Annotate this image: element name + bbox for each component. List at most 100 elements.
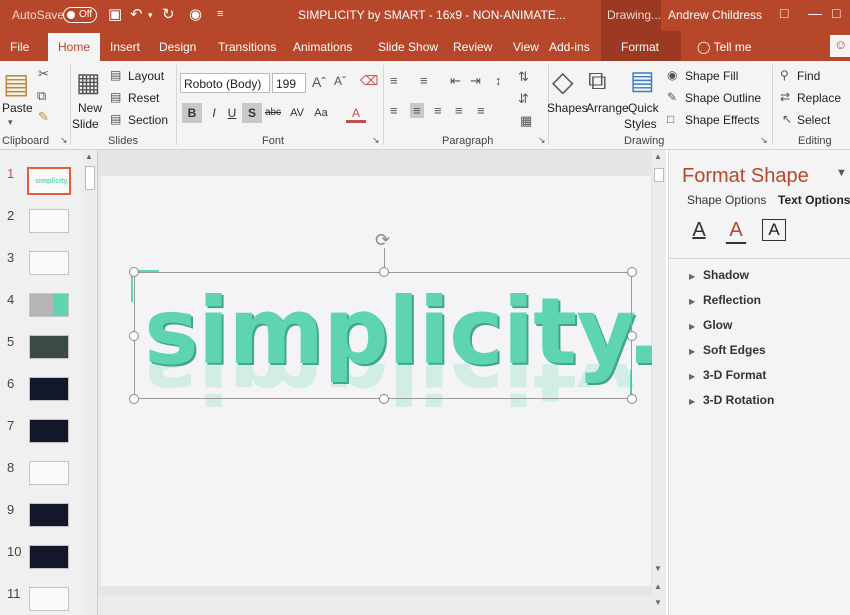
align-right-icon[interactable]: ≡ [434, 103, 442, 118]
section-soft-edges[interactable]: ▶ Soft Edges [689, 343, 766, 357]
section-glow[interactable]: ▶ Glow [689, 318, 732, 332]
resize-handle[interactable] [379, 267, 389, 277]
bold-button[interactable]: B [182, 103, 202, 123]
slide-thumbnail-2[interactable] [29, 209, 69, 233]
shapes-icon[interactable]: ◇ [552, 65, 574, 98]
find-button[interactable]: Find [797, 69, 820, 83]
arrange-icon[interactable]: ⧉ [588, 65, 607, 97]
slide-thumbnail-10[interactable] [29, 545, 69, 569]
next-slide-icon[interactable]: ▼ [654, 598, 662, 607]
rotate-icon[interactable]: ⟳ [375, 230, 390, 251]
undo-dropdown-icon[interactable]: ▾ [148, 10, 153, 21]
section-shadow[interactable]: ▶ Shadow [689, 268, 749, 282]
resize-handle[interactable] [627, 394, 637, 404]
slide-thumbnail-4[interactable] [29, 293, 69, 317]
resize-handle[interactable] [627, 331, 637, 341]
select-button[interactable]: Select [797, 113, 830, 127]
format-painter-icon[interactable]: ✎ [38, 109, 49, 125]
clipboard-launcher-icon[interactable]: ↘ [60, 135, 68, 146]
tab-shape-options[interactable]: Shape Options [687, 193, 766, 207]
previous-slide-icon[interactable]: ▲ [654, 582, 662, 591]
share-button[interactable]: ☺ [830, 35, 850, 57]
tab-animations[interactable]: Animations [293, 40, 352, 54]
slide-thumbnail-5[interactable] [29, 335, 69, 359]
shape-fill-button[interactable]: Shape Fill [685, 69, 738, 83]
numbering-icon[interactable]: ≡ [420, 73, 428, 88]
underline-button[interactable]: U [222, 103, 242, 123]
tab-slide-show[interactable]: Slide Show [378, 40, 438, 54]
paste-dropdown-icon[interactable]: ▾ [8, 117, 13, 128]
clear-formatting-icon[interactable]: ⌫ [360, 73, 378, 89]
grow-font-icon[interactable]: Aˆ [312, 74, 326, 90]
user-name[interactable]: Andrew Childress [668, 8, 762, 22]
tab-review[interactable]: Review [453, 40, 492, 54]
character-spacing-button[interactable]: AV [286, 103, 308, 123]
tab-insert[interactable]: Insert [110, 40, 140, 54]
change-case-button[interactable]: Aa [310, 103, 332, 123]
slide-thumbnail-6[interactable] [29, 377, 69, 401]
thumbnail-scrollbar[interactable]: ▲ [83, 150, 97, 615]
quick-styles-label-2[interactable]: Styles [624, 117, 657, 131]
text-box-icon[interactable]: A [762, 219, 786, 241]
section-button[interactable]: Section [128, 113, 168, 127]
scroll-up-icon[interactable]: ▲ [654, 152, 662, 161]
text-shadow-button[interactable]: S [242, 103, 262, 123]
pane-options-icon[interactable]: ▼ [836, 167, 847, 179]
tab-add-ins[interactable]: Add-ins [549, 40, 590, 54]
tell-me-box[interactable]: ◯ Tell me [697, 40, 752, 54]
shrink-font-icon[interactable]: Aˇ [334, 74, 346, 88]
quick-styles-label-1[interactable]: Quick [628, 101, 659, 115]
editor-scrollbar[interactable]: ▲ ▼ ▲ ▼ [652, 150, 666, 615]
undo-icon[interactable]: ↶ [130, 5, 143, 23]
copy-icon[interactable]: ⧉ [37, 88, 46, 104]
customize-qat-icon[interactable]: ≡ [217, 8, 223, 20]
section-reflection[interactable]: ▶ Reflection [689, 293, 761, 307]
scroll-up-icon[interactable]: ▲ [85, 152, 93, 161]
columns-icon[interactable]: ≡ [477, 103, 485, 118]
save-icon[interactable]: ▣ [108, 5, 122, 23]
horizontal-scrollbar[interactable] [98, 596, 652, 615]
shape-effects-button[interactable]: Shape Effects [685, 113, 760, 127]
resize-handle[interactable] [129, 394, 139, 404]
tab-format[interactable]: Format [621, 40, 659, 54]
section-3d-rotation[interactable]: ▶ 3-D Rotation [689, 393, 774, 407]
arrange-button[interactable]: Arrange [586, 101, 629, 115]
scrollbar-thumb[interactable] [654, 168, 664, 182]
strikethrough-button[interactable]: abc [262, 103, 284, 123]
tab-file[interactable]: File [10, 40, 29, 54]
text-direction-icon[interactable]: ⇅ [518, 69, 529, 85]
font-size-box[interactable]: 199 [272, 73, 306, 93]
smartart-icon[interactable]: ▦ [520, 113, 532, 129]
slide-thumbnail-9[interactable] [29, 503, 69, 527]
slide-thumbnail-1[interactable]: simplicity. [27, 167, 71, 195]
autosave-toggle[interactable]: Off [63, 7, 97, 23]
shape-outline-button[interactable]: Shape Outline [685, 91, 761, 105]
italic-button[interactable]: I [204, 103, 224, 123]
font-color-button[interactable]: A [346, 103, 366, 123]
bullets-icon[interactable]: ≡ [390, 73, 398, 88]
paragraph-launcher-icon[interactable]: ↘ [538, 135, 546, 146]
slide-thumbnail-3[interactable] [29, 251, 69, 275]
resize-handle[interactable] [129, 267, 139, 277]
increase-indent-icon[interactable]: ⇥ [470, 73, 481, 89]
paste-button[interactable]: Paste [2, 101, 33, 115]
align-text-icon[interactable]: ⇵ [518, 91, 529, 107]
line-spacing-icon[interactable]: ↕ [495, 73, 502, 88]
section-3d-format[interactable]: ▶ 3-D Format [689, 368, 766, 382]
slide-thumbnail-7[interactable] [29, 419, 69, 443]
paste-icon[interactable]: ▤ [3, 67, 29, 100]
ribbon-display-icon[interactable]: □ [780, 5, 788, 21]
font-name-box[interactable]: Roboto (Body) [180, 73, 270, 93]
tab-text-options[interactable]: Text Options [778, 193, 850, 207]
tab-design[interactable]: Design [159, 40, 196, 54]
layout-button[interactable]: Layout [128, 69, 164, 83]
cut-icon[interactable]: ✂ [38, 66, 49, 82]
scrollbar-thumb[interactable] [85, 166, 95, 190]
drawing-launcher-icon[interactable]: ↘ [760, 135, 768, 146]
new-slide-label-1[interactable]: New [78, 101, 102, 115]
shapes-button[interactable]: Shapes [547, 101, 588, 115]
slide-thumbnail-8[interactable] [29, 461, 69, 485]
selection-box[interactable] [134, 272, 632, 399]
decrease-indent-icon[interactable]: ⇤ [450, 73, 461, 89]
redo-icon[interactable]: ↻ [162, 5, 175, 23]
